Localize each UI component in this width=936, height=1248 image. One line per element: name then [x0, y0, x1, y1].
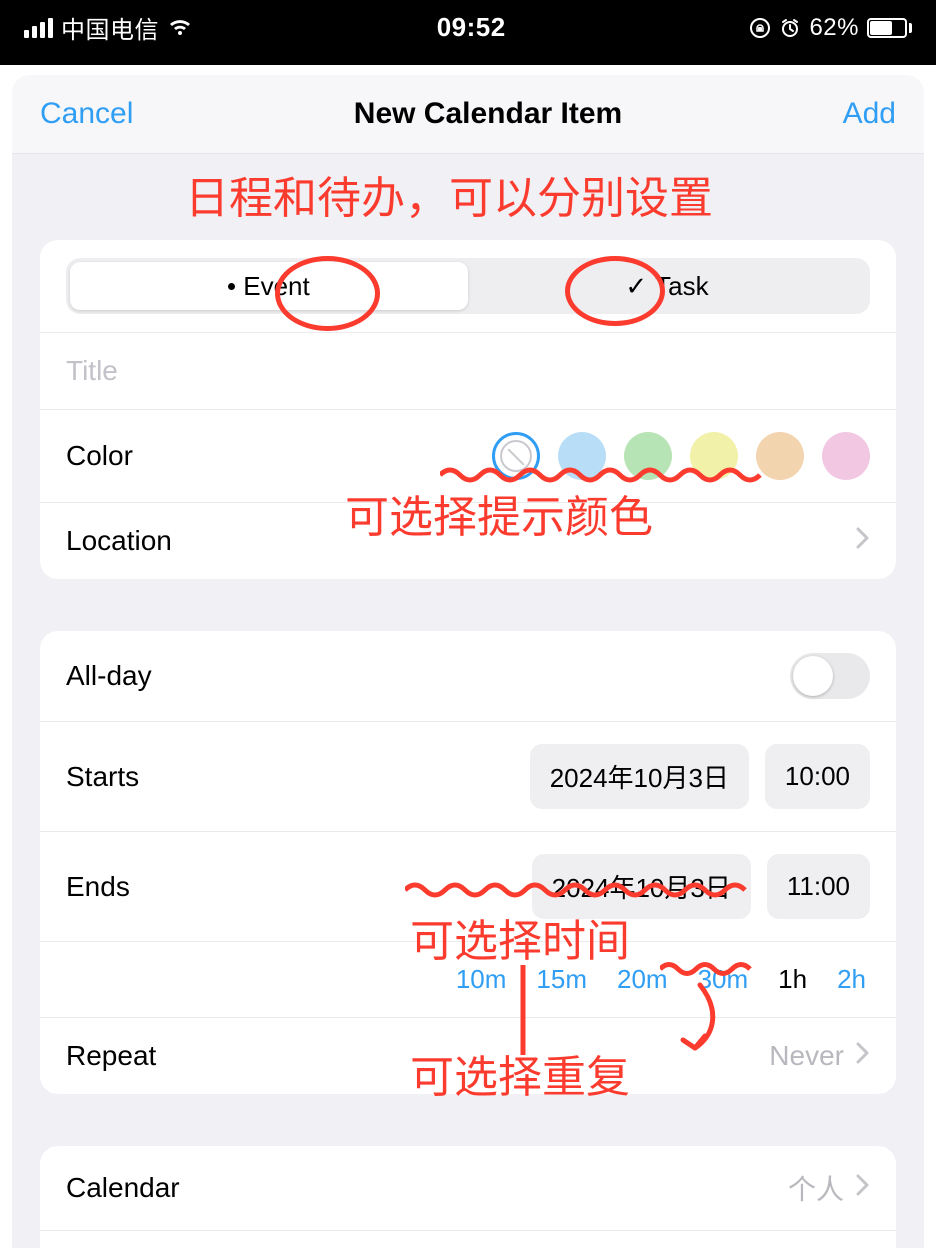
color-none[interactable] — [492, 432, 540, 480]
page-title: New Calendar Item — [354, 97, 622, 131]
duration-30m[interactable]: 30m — [698, 964, 749, 995]
signal-icon — [24, 18, 53, 38]
group-time: All-day Starts 2024年10月3日 10:00 Ends 202… — [40, 631, 896, 1094]
color-green[interactable] — [624, 432, 672, 480]
repeat-row[interactable]: Repeat Never — [40, 1017, 896, 1094]
color-label: Color — [66, 440, 133, 472]
bullet-icon — [228, 283, 235, 290]
calendar-value: 个人 — [788, 1168, 844, 1208]
segment-task-label: Task — [655, 271, 708, 302]
end-time-picker[interactable]: 11:00 — [767, 854, 870, 919]
starts-row: Starts 2024年10月3日 10:00 — [40, 721, 896, 831]
check-icon: ✓ — [625, 271, 647, 302]
chevron-right-icon — [854, 1172, 870, 1204]
chevron-right-icon — [854, 525, 870, 557]
ends-label: Ends — [66, 871, 130, 903]
duration-1h[interactable]: 1h — [778, 964, 807, 995]
alarm-icon — [779, 17, 801, 39]
location-label: Location — [66, 525, 172, 557]
duration-presets: 10m 15m 20m 30m 1h 2h — [456, 964, 866, 995]
type-segment: Event ✓ Task — [66, 258, 870, 314]
color-yellow[interactable] — [690, 432, 738, 480]
color-blue[interactable] — [558, 432, 606, 480]
color-row: Color — [40, 409, 896, 502]
duration-15m[interactable]: 15m — [536, 964, 587, 995]
sheet-nav: Cancel New Calendar Item Add — [12, 75, 924, 154]
location-row[interactable]: Location — [40, 502, 896, 579]
wifi-icon — [167, 18, 193, 38]
duration-20m[interactable]: 20m — [617, 964, 668, 995]
starts-label: Starts — [66, 761, 139, 793]
end-date-picker[interactable]: 2024年10月3日 — [532, 854, 751, 919]
duration-10m[interactable]: 10m — [456, 964, 507, 995]
color-swatches — [492, 432, 870, 480]
group-basic: Event ✓ Task Color — [40, 240, 896, 579]
type-segment-row: Event ✓ Task — [40, 240, 896, 332]
color-pink[interactable] — [822, 432, 870, 480]
title-row — [40, 332, 896, 409]
status-time: 09:52 — [437, 12, 506, 43]
group-more: Calendar 个人 Attendees 0 — [40, 1146, 896, 1248]
duration-2h[interactable]: 2h — [837, 964, 866, 995]
segment-event-label: Event — [243, 271, 310, 302]
color-orange[interactable] — [756, 432, 804, 480]
attendees-row[interactable]: Attendees 0 — [40, 1230, 896, 1248]
start-time-picker[interactable]: 10:00 — [765, 744, 870, 809]
rotation-lock-icon — [749, 17, 771, 39]
add-button[interactable]: Add — [843, 97, 896, 131]
repeat-label: Repeat — [66, 1040, 156, 1072]
carrier-label: 中国电信 — [61, 10, 159, 45]
segment-task[interactable]: ✓ Task — [468, 262, 866, 310]
cancel-button[interactable]: Cancel — [40, 97, 133, 131]
sheet-content: Event ✓ Task Color — [12, 154, 924, 1248]
calendar-label: Calendar — [66, 1172, 180, 1204]
battery-icon — [867, 18, 912, 38]
title-input[interactable] — [66, 355, 870, 387]
duration-row: 10m 15m 20m 30m 1h 2h — [40, 941, 896, 1017]
allday-label: All-day — [66, 660, 152, 692]
allday-toggle[interactable] — [790, 653, 870, 699]
battery-pct: 62% — [809, 14, 859, 42]
segment-event[interactable]: Event — [70, 262, 468, 310]
status-left: 中国电信 — [24, 10, 193, 45]
new-item-sheet: Cancel New Calendar Item Add Event ✓ Tas… — [12, 75, 924, 1248]
status-bar: 中国电信 09:52 62% — [0, 0, 936, 65]
allday-row: All-day — [40, 631, 896, 721]
ends-row: Ends 2024年10月3日 11:00 — [40, 831, 896, 941]
repeat-value: Never — [769, 1040, 844, 1072]
status-right: 62% — [749, 14, 912, 42]
start-date-picker[interactable]: 2024年10月3日 — [530, 744, 749, 809]
chevron-right-icon — [854, 1040, 870, 1072]
calendar-row[interactable]: Calendar 个人 — [40, 1146, 896, 1230]
